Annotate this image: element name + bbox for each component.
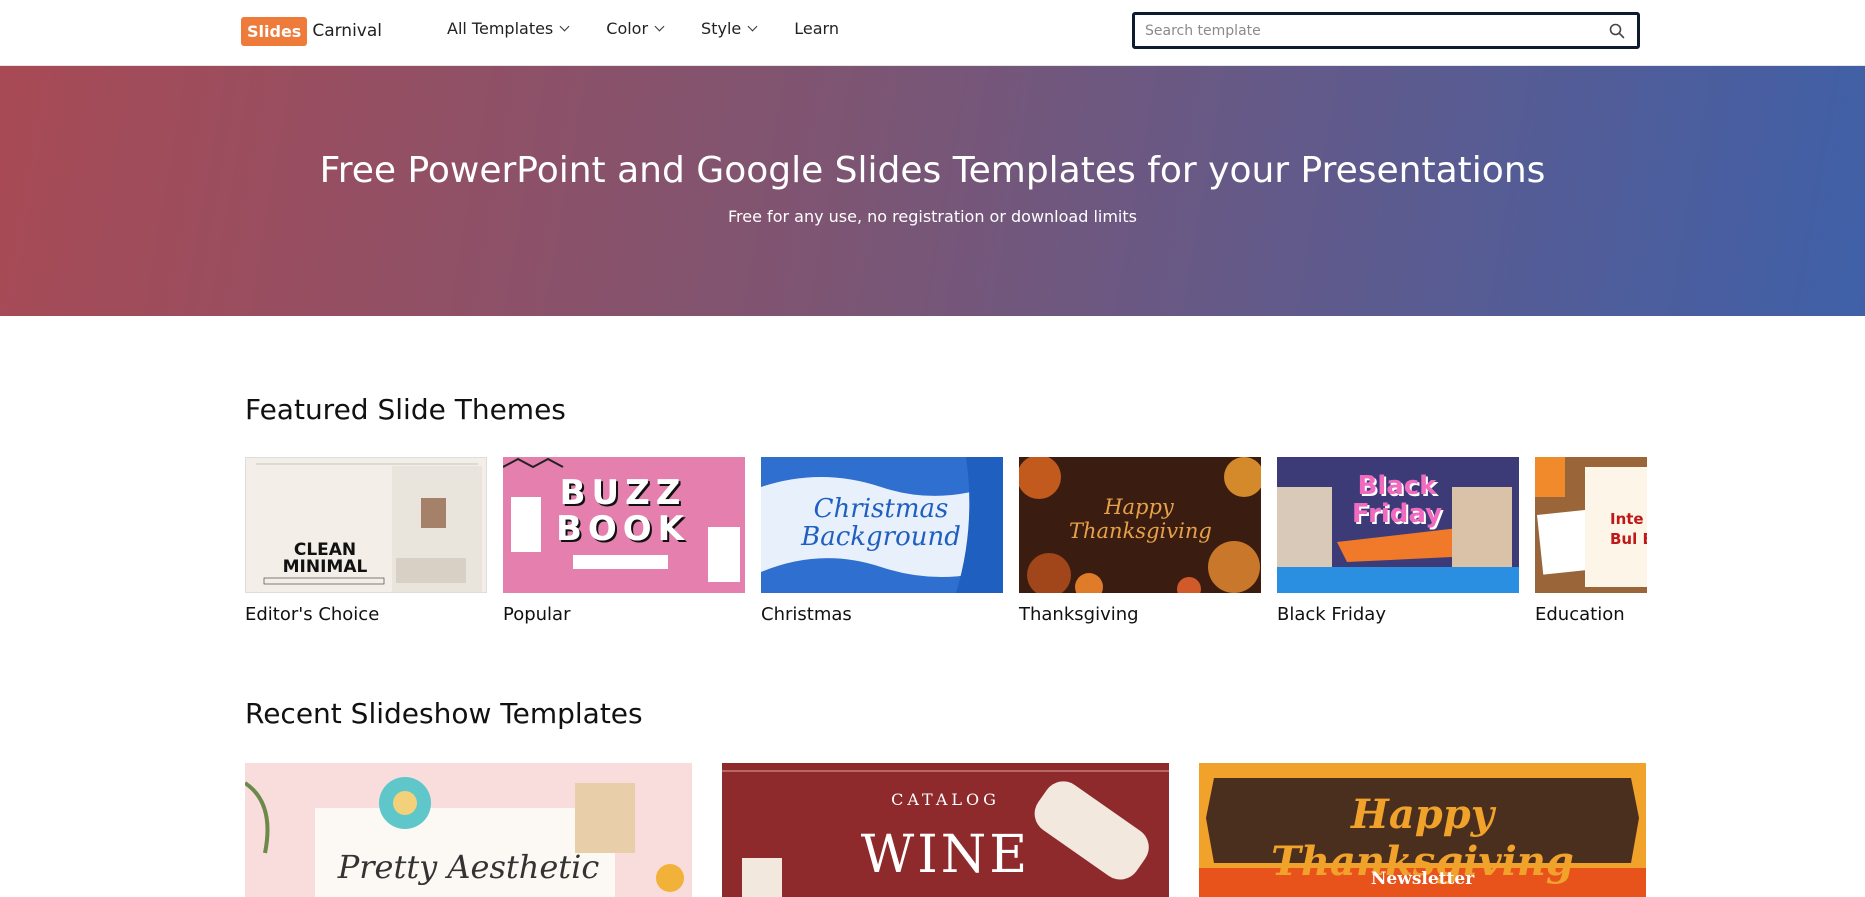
search-icon[interactable] <box>1597 15 1637 46</box>
thumb-text: Inte Bul Bo <box>1610 510 1647 548</box>
featured-card-black-friday[interactable]: Black Friday Black Friday <box>1277 457 1519 625</box>
recent-card-wine-catalog[interactable]: CATALOG WINE <box>722 763 1169 897</box>
hero-title: Free PowerPoint and Google Slides Templa… <box>319 150 1546 191</box>
nav-all-templates[interactable]: All Templates <box>447 19 570 38</box>
thumb-text: Happy Thanksgiving <box>1069 495 1212 543</box>
thumbnail: Happy Thanksgiving <box>1019 457 1261 593</box>
thumbnail: CLEAN MINIMAL <box>245 457 487 593</box>
featured-card-thanksgiving[interactable]: Happy Thanksgiving Thanksgiving <box>1019 457 1261 625</box>
thumbnail: Inte Bul Bo <box>1535 457 1647 593</box>
nav-style[interactable]: Style <box>701 19 758 38</box>
thumb-text: WINE <box>860 825 1031 885</box>
nav-learn[interactable]: Learn <box>794 19 839 38</box>
thumbnail: BUZZ BOOK <box>503 457 745 593</box>
thumb-subtext: CATALOG <box>891 790 1000 809</box>
thumb-subtext: Newsletter <box>1370 869 1475 889</box>
card-label: Editor's Choice <box>245 604 380 625</box>
nav-label: Learn <box>794 19 839 38</box>
thumb-text: Christmas Background <box>801 494 961 552</box>
chevron-down-icon <box>747 21 758 32</box>
recent-card-pretty-aesthetic[interactable]: Pretty Aesthetic <box>245 763 692 897</box>
featured-card-education[interactable]: Inte Bul Bo Education <box>1535 457 1647 625</box>
site-logo[interactable]: Slides Carnival <box>241 15 382 47</box>
recent-title: Recent Slideshow Templates <box>245 697 643 730</box>
card-label: Education <box>1535 604 1625 625</box>
card-label: Popular <box>503 604 571 625</box>
chevron-down-icon <box>654 21 665 32</box>
site-header: Slides Carnival All Templates Color Styl… <box>0 0 1865 66</box>
nav-label: Style <box>701 19 742 38</box>
thumbnail: Black Friday <box>1277 457 1519 593</box>
featured-card-editors-choice[interactable]: CLEAN MINIMAL Editor's Choice <box>245 457 487 625</box>
featured-card-christmas[interactable]: Christmas Background Christmas <box>761 457 1003 625</box>
thumbnail: Christmas Background <box>761 457 1003 593</box>
card-label: Christmas <box>761 604 852 625</box>
logo-name: Carnival <box>312 21 383 41</box>
nav-color[interactable]: Color <box>606 19 665 38</box>
recent-card-thanksgiving-newsletter[interactable]: Happy Thanksgiving Newsletter <box>1199 763 1646 897</box>
thumb-text: Pretty Aesthetic <box>337 848 600 886</box>
search-input[interactable] <box>1135 15 1597 46</box>
nav-label: Color <box>606 19 649 38</box>
card-label: Black Friday <box>1277 604 1386 625</box>
thumb-text: BUZZ BOOK <box>555 473 691 549</box>
logo-badge: Slides <box>241 16 308 46</box>
thumb-text: Black Friday <box>1351 471 1443 529</box>
nav-label: All Templates <box>447 19 554 38</box>
search-box <box>1132 12 1640 49</box>
card-label: Thanksgiving <box>1019 604 1139 625</box>
main-nav: All Templates Color Style Learn <box>447 19 877 38</box>
featured-title: Featured Slide Themes <box>245 393 566 426</box>
featured-carousel: CLEAN MINIMAL Editor's Choice BUZZ BOOK … <box>245 457 1647 637</box>
recent-templates: Pretty Aesthetic CATALOG WINE Happy Than… <box>245 763 1647 897</box>
hero-subtitle: Free for any use, no registration or dow… <box>728 207 1137 226</box>
hero-banner: Free PowerPoint and Google Slides Templa… <box>0 66 1865 316</box>
thumb-text: CLEAN MINIMAL <box>282 540 368 577</box>
featured-card-popular[interactable]: BUZZ BOOK Popular <box>503 457 745 625</box>
chevron-down-icon <box>559 21 570 32</box>
